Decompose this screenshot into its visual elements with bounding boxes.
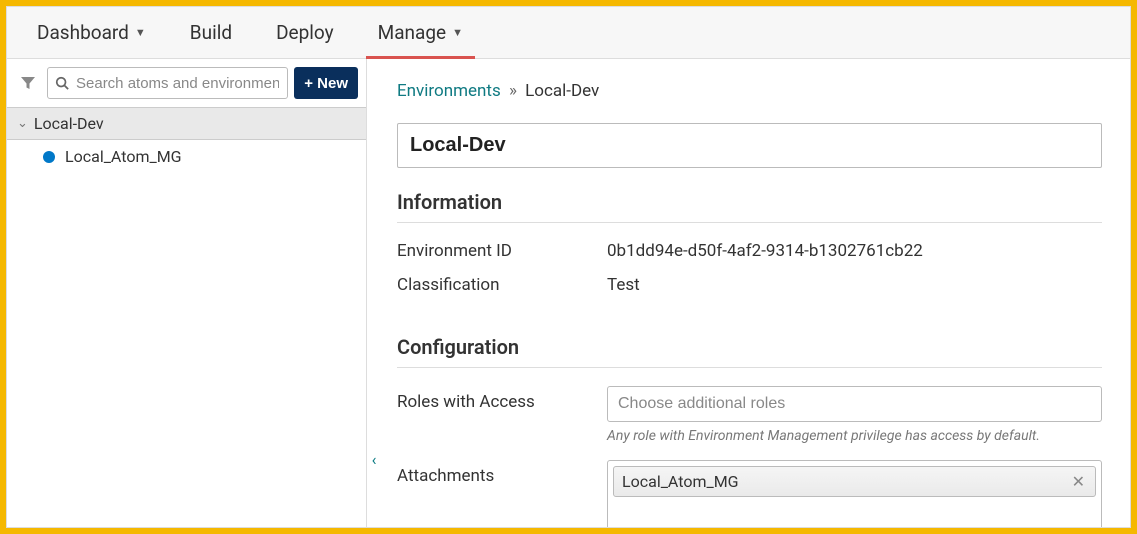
nav-manage[interactable]: Manage ▼ bbox=[356, 7, 485, 58]
field-attachments: Attachments Local_Atom_MG ✕ bbox=[397, 460, 1102, 527]
tree-atom-label: Local_Atom_MG bbox=[65, 147, 182, 166]
filter-icon bbox=[20, 75, 36, 91]
chevron-down-icon: ⌄ bbox=[17, 116, 28, 131]
remove-attachment-button[interactable]: ✕ bbox=[1070, 472, 1087, 491]
sidebar-toolbar: + New bbox=[7, 59, 366, 107]
caret-down-icon: ▼ bbox=[452, 26, 463, 39]
roles-input[interactable] bbox=[607, 386, 1102, 422]
environment-tree: ⌄ Local-Dev Local_Atom_MG bbox=[7, 107, 366, 527]
attachments-box[interactable]: Local_Atom_MG ✕ bbox=[607, 460, 1102, 527]
breadcrumb-root[interactable]: Environments bbox=[397, 81, 501, 101]
tree-environment-label: Local-Dev bbox=[34, 114, 104, 133]
roles-label: Roles with Access bbox=[397, 386, 607, 412]
nav-dashboard[interactable]: Dashboard ▼ bbox=[15, 7, 168, 58]
roles-hint: Any role with Environment Management pri… bbox=[607, 428, 1102, 444]
status-dot-icon bbox=[43, 151, 55, 163]
nav-build[interactable]: Build bbox=[168, 7, 254, 58]
breadcrumb: Environments » Local-Dev bbox=[397, 81, 1102, 101]
nav-manage-label: Manage bbox=[378, 21, 447, 44]
main-content: Environments » Local-Dev Information Env… bbox=[367, 59, 1130, 527]
tree-atom[interactable]: Local_Atom_MG bbox=[7, 140, 366, 173]
nav-dashboard-label: Dashboard bbox=[37, 21, 129, 44]
field-roles: Roles with Access Any role with Environm… bbox=[397, 386, 1102, 444]
attachment-chip: Local_Atom_MG ✕ bbox=[613, 466, 1096, 497]
classification-value: Test bbox=[607, 275, 1102, 295]
nav-build-label: Build bbox=[190, 21, 232, 44]
search-input[interactable] bbox=[47, 67, 288, 99]
field-classification: Classification Test bbox=[397, 275, 1102, 295]
new-button-label: + New bbox=[304, 75, 348, 92]
sidebar: + New ⌄ Local-Dev Local_Atom_MG bbox=[7, 59, 367, 527]
field-environment-id: Environment ID 0b1dd94e-d50f-4af2-9314-b… bbox=[397, 241, 1102, 261]
attachments-label: Attachments bbox=[397, 460, 607, 486]
tree-environment[interactable]: ⌄ Local-Dev bbox=[7, 107, 366, 140]
breadcrumb-current: Local-Dev bbox=[525, 81, 599, 101]
environment-name-input[interactable] bbox=[397, 123, 1102, 168]
close-icon: ✕ bbox=[1072, 472, 1085, 491]
breadcrumb-separator: » bbox=[509, 81, 517, 101]
caret-down-icon: ▼ bbox=[135, 26, 146, 39]
top-nav: Dashboard ▼ Build Deploy Manage ▼ bbox=[7, 7, 1130, 59]
classification-label: Classification bbox=[397, 275, 607, 295]
new-button[interactable]: + New bbox=[294, 67, 358, 99]
environment-id-value: 0b1dd94e-d50f-4af2-9314-b1302761cb22 bbox=[607, 241, 1102, 261]
section-information-title: Information bbox=[397, 190, 1102, 223]
environment-id-label: Environment ID bbox=[397, 241, 607, 261]
search-icon bbox=[55, 76, 69, 90]
nav-deploy-label: Deploy bbox=[276, 21, 334, 44]
attachment-chip-label: Local_Atom_MG bbox=[622, 472, 739, 491]
nav-deploy[interactable]: Deploy bbox=[254, 7, 356, 58]
section-configuration-title: Configuration bbox=[397, 335, 1102, 368]
search-wrap bbox=[47, 67, 288, 99]
filter-button[interactable] bbox=[15, 68, 41, 98]
